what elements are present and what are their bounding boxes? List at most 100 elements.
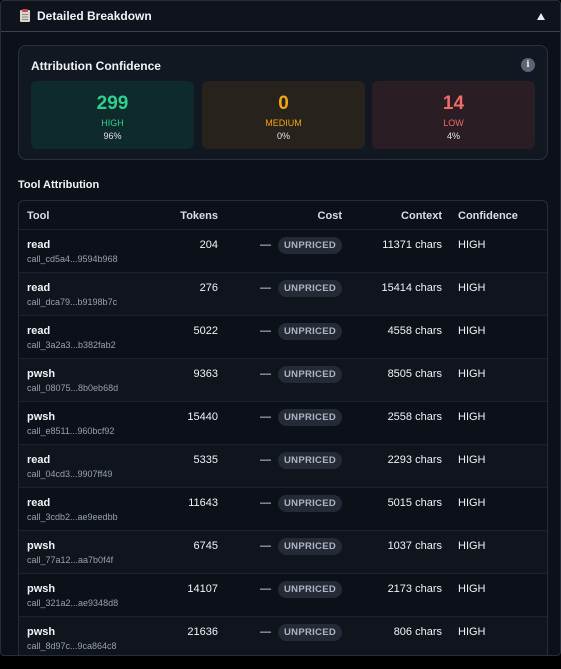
tool-name: read — [27, 239, 51, 251]
tokens-value: 14107 — [187, 583, 218, 595]
confidence-value: HIGH — [458, 411, 486, 423]
table-row[interactable]: read call_3a2a3...b382fab2 5022 — UNPRICED 45… — [19, 316, 547, 359]
high-label: HIGH — [101, 118, 124, 128]
context-value: 8505 chars — [387, 368, 442, 380]
medium-label: MEDIUM — [265, 118, 302, 128]
collapse-caret-icon[interactable] — [534, 9, 548, 23]
context-value: 4558 chars — [387, 325, 442, 337]
tokens-value: 15440 — [187, 411, 218, 423]
low-percent: 4% — [446, 131, 460, 141]
cost-dash: — — [260, 540, 271, 552]
cost-dash: — — [260, 411, 271, 423]
col-context[interactable]: Context — [401, 210, 442, 222]
table-row[interactable]: read call_04cd3...9907ff49 5335 — UNPRICED 22… — [19, 445, 547, 488]
unpriced-badge: UNPRICED — [278, 495, 343, 512]
tool-name: pwsh — [27, 626, 56, 638]
high-percent: 96% — [103, 131, 122, 141]
info-icon[interactable]: i — [521, 58, 535, 72]
context-value: 2173 chars — [387, 583, 442, 595]
tokens-value: 5022 — [193, 325, 218, 337]
attribution-confidence-card: Attribution Confidence i 299 HIGH 96% 0 … — [18, 45, 548, 160]
clipboard-icon — [19, 9, 31, 23]
call-id: call_08075...8b0eb68d — [27, 383, 119, 393]
cost-dash: — — [260, 325, 271, 337]
context-value: 2293 chars — [387, 454, 442, 466]
table-row[interactable]: read call_3cdb2...ae9eedbb 11643 — UNPRICED 5… — [19, 488, 547, 531]
cost-dash: — — [260, 497, 271, 509]
cost-dash: — — [260, 239, 271, 251]
unpriced-badge: UNPRICED — [278, 237, 343, 254]
tokens-value: 9363 — [193, 368, 218, 380]
low-count: 14 — [442, 93, 465, 114]
col-tool[interactable]: Tool — [27, 210, 49, 222]
table-body: read call_cd5a4...9594b968 204 — UNPRICED 113… — [19, 230, 547, 655]
call-id: call_77a12...aa7b0f4f — [27, 555, 114, 565]
tool-name: pwsh — [27, 540, 56, 552]
col-confidence[interactable]: Confidence — [458, 210, 518, 222]
context-value: 15414 chars — [381, 282, 442, 294]
tool-attribution-table[interactable]: Tool Tokens Cost Context Confidence read… — [18, 200, 548, 655]
tool-name: read — [27, 497, 51, 509]
table-row[interactable]: pwsh call_321a2...ae9348d8 14107 — UNPRICED 2… — [19, 574, 547, 617]
tokens-value: 21636 — [187, 626, 218, 638]
panel-title: Detailed Breakdown — [37, 9, 152, 23]
confidence-value: HIGH — [458, 325, 486, 337]
confidence-value: HIGH — [458, 626, 486, 638]
tokens-value: 6745 — [193, 540, 218, 552]
confidence-value: HIGH — [458, 540, 486, 552]
confidence-value: HIGH — [458, 454, 486, 466]
tokens-value: 5335 — [193, 454, 218, 466]
panel-header[interactable]: Detailed Breakdown — [1, 1, 560, 32]
context-value: 2558 chars — [387, 411, 442, 423]
call-id: call_3a2a3...b382fab2 — [27, 340, 116, 350]
col-cost[interactable]: Cost — [318, 210, 342, 222]
unpriced-badge: UNPRICED — [278, 581, 343, 598]
tool-name: read — [27, 454, 51, 466]
table-row[interactable]: read call_dca79...b9198b7c 276 — UNPRICED 154… — [19, 273, 547, 316]
table-row[interactable]: pwsh call_08075...8b0eb68d 9363 — UNPRICED 85… — [19, 359, 547, 402]
cost-dash: — — [260, 454, 271, 466]
tool-name: read — [27, 282, 51, 294]
tool-name: pwsh — [27, 368, 56, 380]
unpriced-badge: UNPRICED — [278, 409, 343, 426]
tool-name: pwsh — [27, 411, 56, 423]
unpriced-badge: UNPRICED — [278, 452, 343, 469]
tokens-value: 204 — [199, 239, 218, 251]
confidence-value: HIGH — [458, 368, 486, 380]
confidence-value: HIGH — [458, 239, 486, 251]
cost-dash: — — [260, 626, 271, 638]
call-id: call_04cd3...9907ff49 — [27, 469, 113, 479]
confidence-low-tile: 14 LOW 4% — [372, 81, 535, 149]
tool-name: read — [27, 325, 51, 337]
medium-percent: 0% — [276, 131, 290, 141]
table-row[interactable]: pwsh call_8d97c...9ca864c8 21636 — UNPRICED 8… — [19, 617, 547, 655]
unpriced-badge: UNPRICED — [278, 366, 343, 383]
unpriced-badge: UNPRICED — [278, 538, 343, 555]
detailed-breakdown-panel: Detailed Breakdown Attribution Confidenc… — [0, 0, 561, 656]
table-row[interactable]: pwsh call_77a12...aa7b0f4f 6745 — UNPRICED 10… — [19, 531, 547, 574]
medium-count: 0 — [278, 93, 289, 114]
table-row[interactable]: read call_cd5a4...9594b968 204 — UNPRICED 113… — [19, 230, 547, 273]
call-id: call_3cdb2...ae9eedbb — [27, 512, 118, 522]
confidence-medium-tile: 0 MEDIUM 0% — [202, 81, 365, 149]
tokens-value: 11643 — [188, 497, 218, 509]
high-count: 299 — [96, 93, 129, 114]
call-id: call_dca79...b9198b7c — [27, 297, 118, 307]
tool-name: pwsh — [27, 583, 56, 595]
call-id: call_8d97c...9ca864c8 — [27, 641, 117, 651]
confidence-high-tile: 299 HIGH 96% — [31, 81, 194, 149]
cost-dash: — — [260, 583, 271, 595]
context-value: 11371 chars — [382, 239, 442, 251]
table-header: Tool Tokens Cost Context Confidence — [19, 201, 547, 230]
unpriced-badge: UNPRICED — [278, 323, 343, 340]
low-label: LOW — [443, 118, 464, 128]
confidence-value: HIGH — [458, 583, 486, 595]
context-value: 5015 chars — [387, 497, 442, 509]
table-row[interactable]: pwsh call_e8511...960bcf92 15440 — UNPRICED 2… — [19, 402, 547, 445]
unpriced-badge: UNPRICED — [278, 280, 343, 297]
context-value: 1037 chars — [387, 540, 442, 552]
col-tokens[interactable]: Tokens — [180, 210, 218, 222]
unpriced-badge: UNPRICED — [278, 624, 343, 641]
attribution-confidence-title: Attribution Confidence — [31, 59, 161, 73]
tool-attribution-title: Tool Attribution — [18, 179, 100, 191]
